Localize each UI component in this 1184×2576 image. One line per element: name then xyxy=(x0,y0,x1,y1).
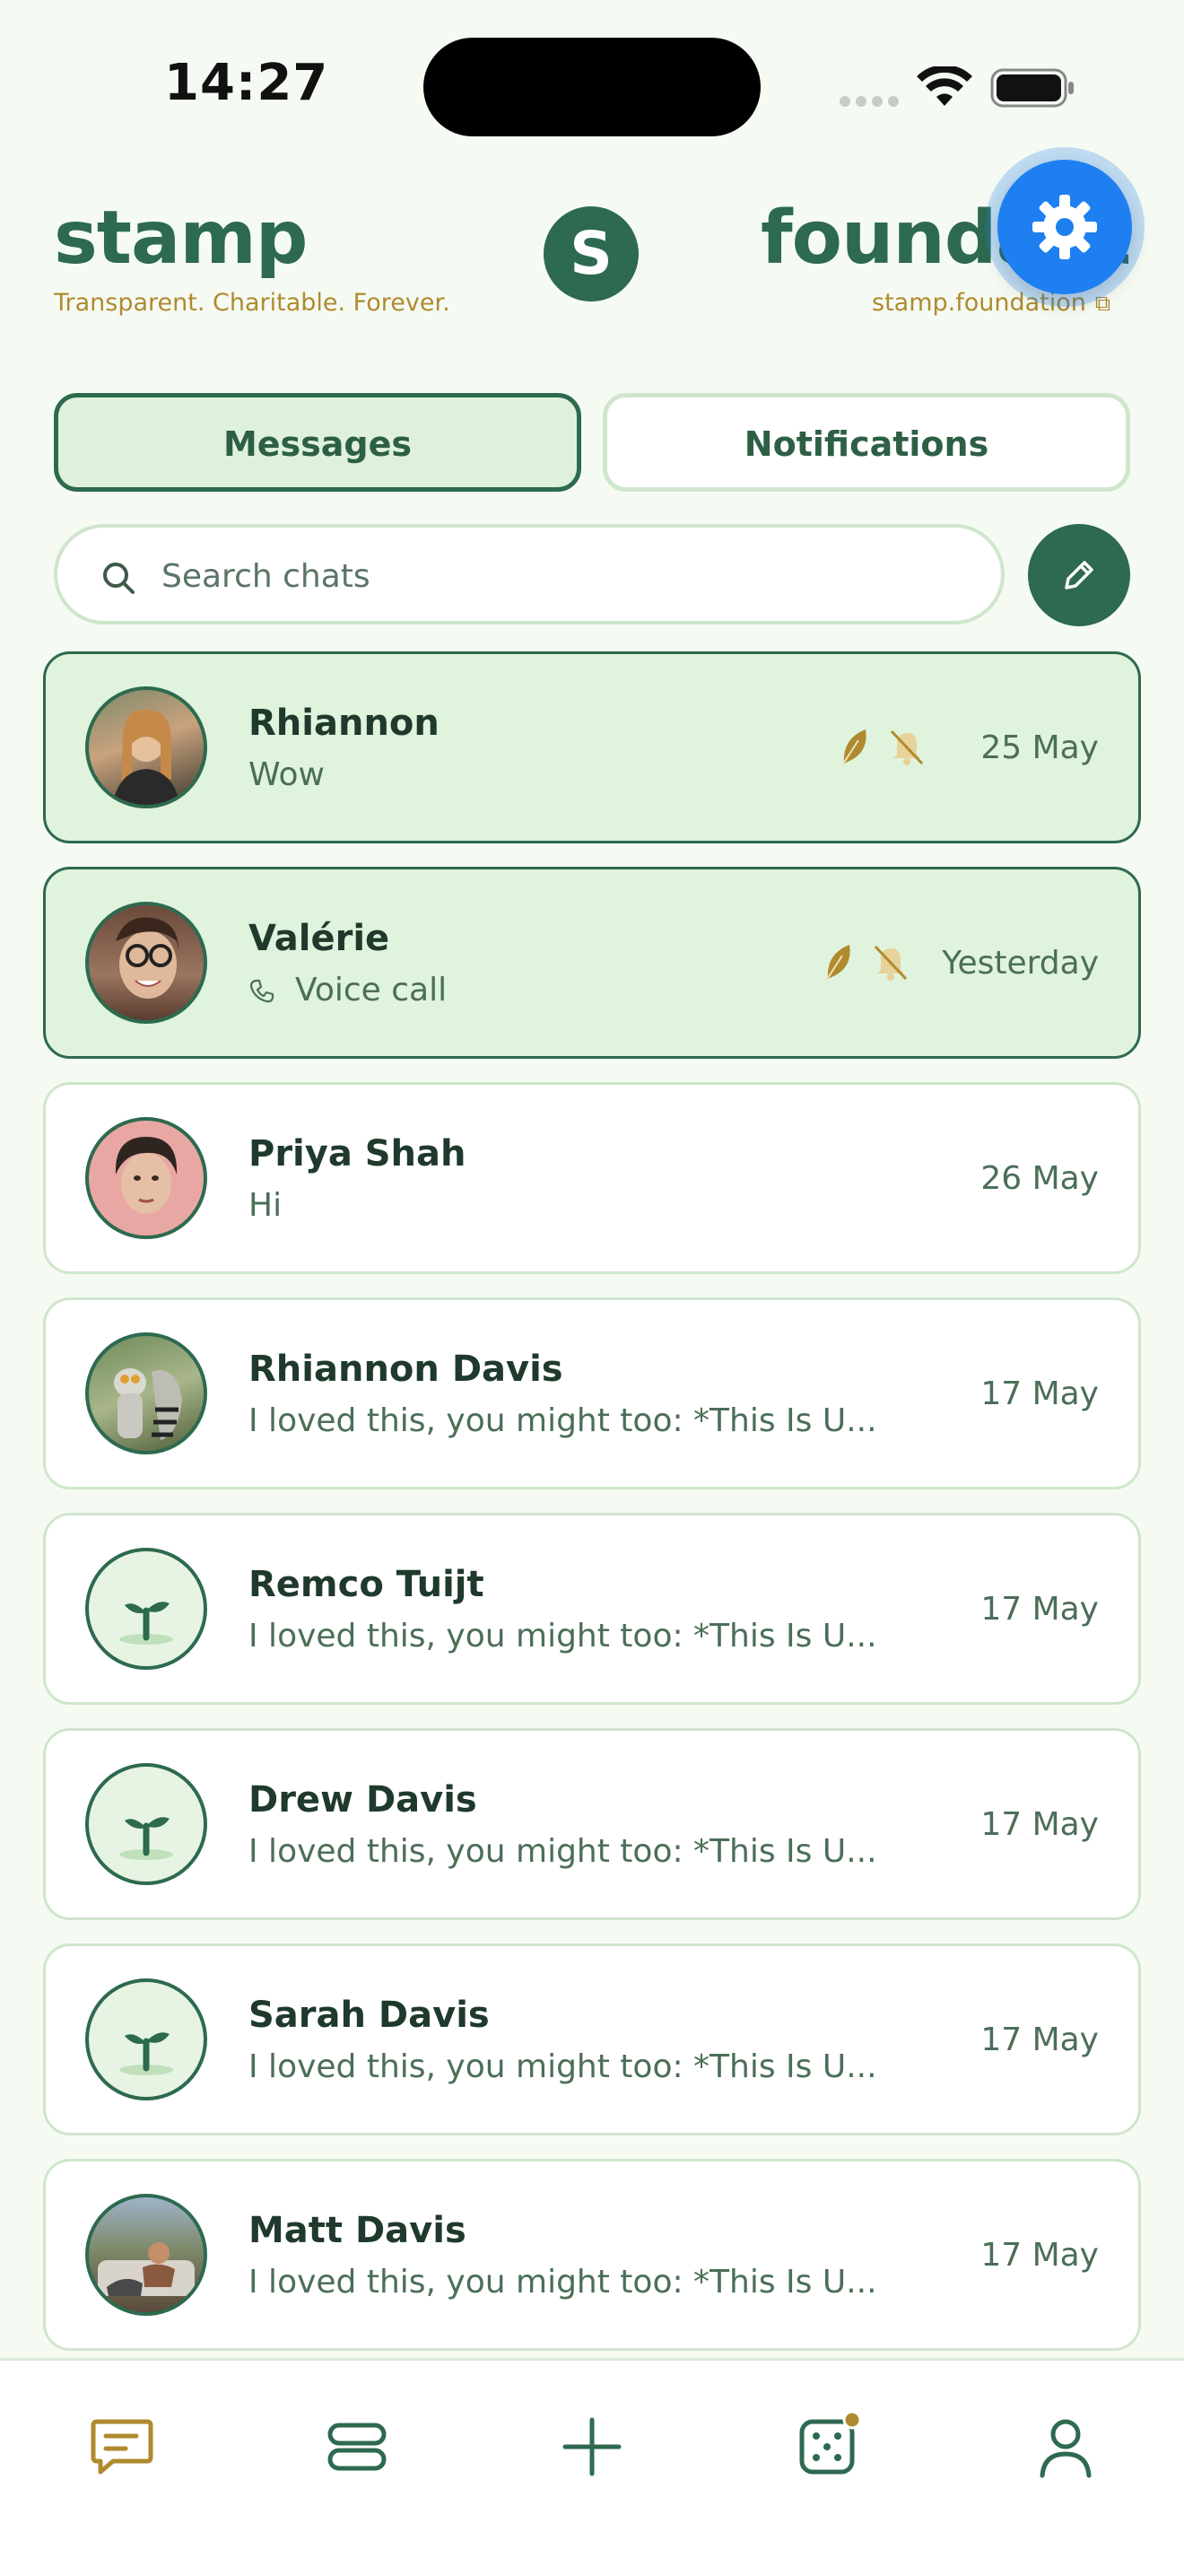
avatar xyxy=(85,1548,207,1670)
avatar xyxy=(85,1763,207,1885)
chat-row[interactable]: Drew Davis I loved this, you might too: … xyxy=(43,1728,1141,1920)
muted-bell-icon xyxy=(875,945,908,981)
settings-button[interactable] xyxy=(997,160,1132,294)
chat-preview: I loved this, you might too: *This Is U.… xyxy=(248,2264,877,2301)
chat-date: Yesterday xyxy=(942,945,1099,982)
chat-name: Sarah Davis xyxy=(248,1995,490,2036)
chat-row[interactable]: Rhiannon Wow 25 May xyxy=(43,651,1141,843)
chat-name: Remco Tuijt xyxy=(248,1564,484,1605)
chat-date: 17 May xyxy=(980,2237,1099,2274)
muted-bell-icon xyxy=(891,729,924,765)
chat-name: Matt Davis xyxy=(248,2210,466,2251)
chat-badges xyxy=(839,726,940,767)
chat-date: 17 May xyxy=(980,1591,1099,1628)
avatar-photo xyxy=(98,2242,195,2296)
leaf-icon xyxy=(825,945,850,982)
search-bar[interactable] xyxy=(54,524,1005,624)
chat-preview: Wow xyxy=(248,756,325,793)
avatar-photo xyxy=(115,1137,178,1214)
sprout-icon xyxy=(119,1817,173,1860)
chat-date: 25 May xyxy=(980,729,1099,766)
chat-preview: I loved this, you might too: *This Is U.… xyxy=(248,1833,877,1870)
chat-preview: Hi xyxy=(248,1187,283,1224)
wifi-icon xyxy=(917,66,972,106)
chat-row[interactable]: Rhiannon Davis I loved this, you might t… xyxy=(43,1297,1141,1489)
chat-name: Drew Davis xyxy=(248,1779,477,1821)
signal-icon xyxy=(840,93,904,110)
sprout-icon xyxy=(119,1602,173,1645)
avatar xyxy=(85,902,207,1024)
chat-row[interactable]: Matt Davis I loved this, you might too: … xyxy=(43,2159,1141,2351)
brand-left: stamp xyxy=(54,196,308,281)
nav-add[interactable] xyxy=(556,2411,628,2483)
chat-preview-text: Voice call xyxy=(295,972,448,1009)
battery-icon xyxy=(990,68,1074,108)
avatar xyxy=(85,686,207,808)
logo[interactable]: S xyxy=(544,206,639,301)
messages-icon xyxy=(91,2419,153,2475)
chat-date: 17 May xyxy=(980,1375,1099,1412)
avatar xyxy=(85,1978,207,2100)
search-input[interactable] xyxy=(160,544,971,608)
search-icon xyxy=(103,563,135,594)
gear-icon xyxy=(1032,195,1097,259)
bottom-nav xyxy=(0,2358,1184,2576)
avatar xyxy=(85,1117,207,1239)
dice-icon xyxy=(799,2410,862,2475)
chat-preview: I loved this, you might too: *This Is U.… xyxy=(248,1402,877,1439)
tab-notifications[interactable]: Notifications xyxy=(603,393,1130,492)
chat-date: 26 May xyxy=(980,1160,1099,1197)
dynamic-island xyxy=(423,38,761,136)
profile-icon xyxy=(1040,2419,1092,2478)
nav-profile[interactable] xyxy=(1030,2411,1101,2483)
compose-button[interactable] xyxy=(1028,524,1130,626)
chat-badges xyxy=(823,941,924,982)
chat-date: 17 May xyxy=(980,1806,1099,1843)
chat-row[interactable]: Remco Tuijt I loved this, you might too:… xyxy=(43,1513,1141,1705)
nav-feed[interactable] xyxy=(321,2411,393,2483)
chat-preview: I loved this, you might too: *This Is U.… xyxy=(248,2048,877,2085)
nav-messages[interactable] xyxy=(86,2411,158,2483)
chat-name: Priya Shah xyxy=(248,1133,466,1174)
leaf-icon xyxy=(841,729,866,766)
chat-name: Valérie xyxy=(248,918,390,959)
avatar xyxy=(85,2194,207,2316)
tab-messages[interactable]: Messages xyxy=(54,393,581,492)
avatar-photo xyxy=(114,1368,182,1440)
avatar-photo xyxy=(112,709,180,805)
chat-name: Rhiannon Davis xyxy=(248,1349,563,1390)
chat-date: 17 May xyxy=(980,2022,1099,2058)
avatar xyxy=(85,1332,207,1454)
chat-preview: I loved this, you might too: *This Is U.… xyxy=(248,1618,877,1655)
chat-name: Rhiannon xyxy=(248,703,440,744)
chat-row[interactable]: Sarah Davis I loved this, you might too:… xyxy=(43,1943,1141,2135)
tagline: Transparent. Charitable. Forever. xyxy=(54,289,450,317)
chat-preview: Voice call xyxy=(248,972,447,1009)
avatar-photo xyxy=(116,917,178,999)
nav-games[interactable] xyxy=(793,2410,865,2483)
external-link-icon: ⧉ xyxy=(1094,291,1111,316)
phone-icon xyxy=(249,979,274,1003)
add-icon xyxy=(562,2417,622,2476)
feed-icon xyxy=(327,2423,387,2471)
sprout-icon xyxy=(119,2032,173,2075)
chat-row[interactable]: Valérie Voice call Yesterday xyxy=(43,867,1141,1059)
chat-row[interactable]: Priya Shah Hi 26 May xyxy=(43,1082,1141,1274)
status-time: 14:27 xyxy=(164,54,329,112)
pencil-icon xyxy=(1065,561,1093,589)
